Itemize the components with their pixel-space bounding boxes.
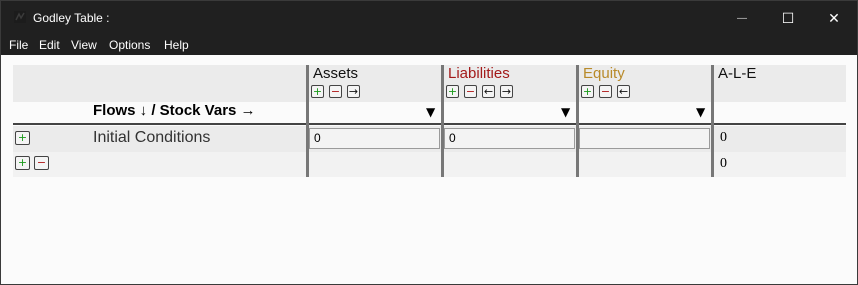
- flows-stock-vars-label: Flows ↓ / Stock Vars →: [93, 102, 256, 119]
- column-divider: [441, 65, 444, 177]
- menu-help[interactable]: Help: [164, 38, 189, 52]
- minimize-icon: —: [737, 12, 747, 24]
- menu-options[interactable]: Options: [109, 38, 150, 52]
- cell-initial-liabilities[interactable]: 0: [444, 128, 575, 149]
- stock-var-dropdown-icon[interactable]: ▼: [426, 105, 435, 119]
- column-header-liabilities[interactable]: Liabilities: [448, 65, 510, 82]
- menu-edit[interactable]: Edit: [39, 38, 60, 52]
- move-column-left-button[interactable]: ←: [482, 85, 495, 98]
- move-column-right-button[interactable]: →: [347, 85, 360, 98]
- maximize-button[interactable]: ☐: [765, 1, 811, 35]
- close-button[interactable]: ✕: [811, 1, 857, 35]
- maximize-icon: ☐: [781, 9, 795, 26]
- stock-var-dropdown-icon[interactable]: ▼: [696, 105, 705, 119]
- row-sum-initial: 0: [720, 130, 727, 145]
- cell-initial-assets[interactable]: 0: [309, 128, 440, 149]
- title-bar: Godley Table : — ☐ ✕: [1, 1, 857, 35]
- add-row-button[interactable]: +: [15, 131, 30, 145]
- column-divider: [306, 65, 309, 177]
- window-title: Godley Table :: [33, 11, 110, 25]
- add-row-button[interactable]: +: [15, 156, 30, 170]
- menu-file[interactable]: File: [9, 38, 28, 52]
- delete-column-button[interactable]: −: [599, 85, 612, 98]
- row-label-initial-conditions[interactable]: Initial Conditions: [93, 129, 210, 147]
- button-band: [13, 84, 846, 102]
- row-sum-empty: 0: [720, 156, 727, 171]
- column-header-ale: A-L-E: [718, 65, 757, 82]
- godley-table: Assets Liabilities Equity A-L-E + − → + …: [1, 55, 857, 284]
- column-divider: [576, 65, 579, 177]
- column-header-equity[interactable]: Equity: [583, 65, 625, 82]
- delete-row-button[interactable]: −: [34, 156, 49, 170]
- add-column-button[interactable]: +: [446, 85, 459, 98]
- minimize-button[interactable]: —: [719, 1, 765, 35]
- stock-var-dropdown-icon[interactable]: ▼: [561, 105, 570, 119]
- header-divider: [13, 123, 846, 125]
- close-icon: ✕: [828, 9, 840, 26]
- column-header-assets[interactable]: Assets: [313, 65, 358, 82]
- move-column-left-button[interactable]: ←: [617, 85, 630, 98]
- move-column-right-button[interactable]: →: [500, 85, 513, 98]
- delete-column-button[interactable]: −: [464, 85, 477, 98]
- add-column-button[interactable]: +: [581, 85, 594, 98]
- delete-column-button[interactable]: −: [329, 85, 342, 98]
- app-icon: [14, 11, 26, 23]
- add-column-button[interactable]: +: [311, 85, 324, 98]
- menu-bar: File Edit View Options Help: [1, 35, 857, 55]
- column-divider: [711, 65, 714, 177]
- godley-table-window: Godley Table : — ☐ ✕ File Edit View Opti…: [0, 0, 858, 285]
- cell-initial-equity[interactable]: [579, 128, 710, 149]
- menu-view[interactable]: View: [71, 38, 97, 52]
